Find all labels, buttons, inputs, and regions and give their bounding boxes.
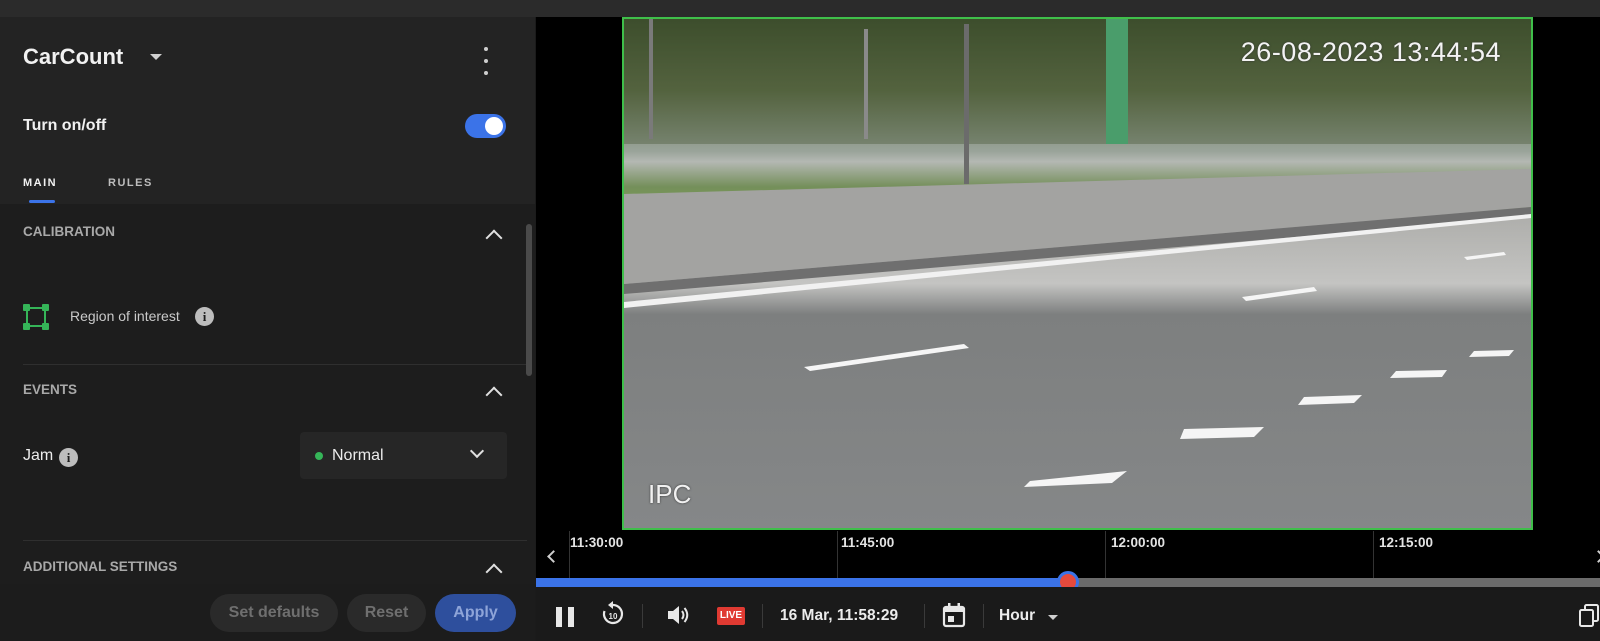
- active-tab-indicator: [29, 200, 55, 203]
- timeline-tick: [1105, 531, 1106, 581]
- replay-10-icon[interactable]: 10: [600, 601, 626, 627]
- player-controls: 10 LIVE 16 Mar, 11:58:29 Hour: [536, 587, 1600, 641]
- divider: [23, 540, 527, 541]
- section-title-events: EVENTS: [23, 382, 78, 397]
- separator: [642, 604, 643, 628]
- jam-status-select[interactable]: Normal: [300, 432, 507, 479]
- info-icon[interactable]: i: [195, 307, 214, 326]
- on-off-toggle[interactable]: [465, 114, 506, 138]
- chevron-up-icon[interactable]: [485, 386, 503, 404]
- divider: [23, 364, 527, 365]
- status-dot: [315, 452, 323, 460]
- roi-label[interactable]: Region of interest: [70, 308, 180, 324]
- chevron-up-icon[interactable]: [485, 229, 503, 247]
- osd-label: IPC: [648, 479, 692, 509]
- settings-panel: CarCount Turn on/off MAIN RULES CALIBRAT…: [0, 17, 535, 641]
- volume-icon[interactable]: [666, 603, 692, 627]
- calendar-icon[interactable]: [942, 602, 966, 628]
- progress-fill: [536, 578, 1068, 587]
- jam-label: Jam: [23, 447, 54, 464]
- timeline-tick: [1373, 531, 1374, 581]
- toggle-label: Turn on/off: [23, 117, 107, 134]
- pause-icon[interactable]: [554, 587, 578, 641]
- tab-main[interactable]: MAIN: [23, 177, 57, 189]
- video-timestamp: 26-08-2023 13:44:54: [1240, 37, 1501, 67]
- timeline-tick-label: 12:15:00: [1379, 535, 1434, 550]
- chevron-down-icon: [469, 443, 485, 459]
- tab-rules[interactable]: RULES: [108, 177, 153, 189]
- jam-status-value: Normal: [332, 447, 384, 464]
- chevron-down-icon[interactable]: [150, 54, 162, 60]
- set-defaults-button[interactable]: Set defaults: [210, 594, 338, 632]
- panel-title[interactable]: CarCount: [23, 44, 123, 70]
- range-select[interactable]: Hour: [999, 607, 1035, 625]
- chevron-down-icon[interactable]: [1048, 615, 1058, 620]
- timeline-tick-label: 11:30:00: [570, 535, 624, 550]
- svg-text:10: 10: [609, 612, 618, 621]
- separator: [983, 604, 984, 628]
- info-icon[interactable]: i: [59, 448, 78, 467]
- timeline-tick: [837, 531, 838, 581]
- live-badge[interactable]: LIVE: [717, 607, 745, 625]
- section-title-additional-settings: ADDITIONAL SETTINGS: [23, 559, 178, 574]
- chevron-left-icon[interactable]: [547, 550, 560, 563]
- roi-icon: [23, 304, 49, 330]
- chevron-up-icon[interactable]: [485, 563, 503, 581]
- separator: [762, 604, 763, 628]
- section-title-calibration: CALIBRATION: [23, 224, 115, 239]
- more-vert-icon[interactable]: [476, 47, 496, 75]
- panel-header: CarCount Turn on/off MAIN RULES: [0, 17, 535, 204]
- feed-scene: [624, 19, 1531, 487]
- timeline-tick-label: 12:00:00: [1111, 535, 1166, 550]
- top-bar: [0, 0, 1600, 17]
- panel-scrollbar[interactable]: [526, 224, 532, 376]
- timeline-tick-label: 11:45:00: [841, 535, 895, 550]
- separator: [924, 604, 925, 628]
- settings-scroll-area: CALIBRATION Region of interest i EVENTS …: [0, 204, 535, 584]
- apply-button[interactable]: Apply: [435, 594, 516, 632]
- playback-datetime: 16 Mar, 11:58:29: [780, 607, 899, 624]
- camera-feed[interactable]: 26-08-2023 13:44:54 IPC: [622, 17, 1533, 530]
- copy-icon[interactable]: [1578, 603, 1600, 627]
- reset-button[interactable]: Reset: [347, 594, 426, 632]
- chevron-right-icon[interactable]: [1592, 550, 1600, 563]
- panel-footer: Set defaults Reset Apply: [0, 584, 535, 641]
